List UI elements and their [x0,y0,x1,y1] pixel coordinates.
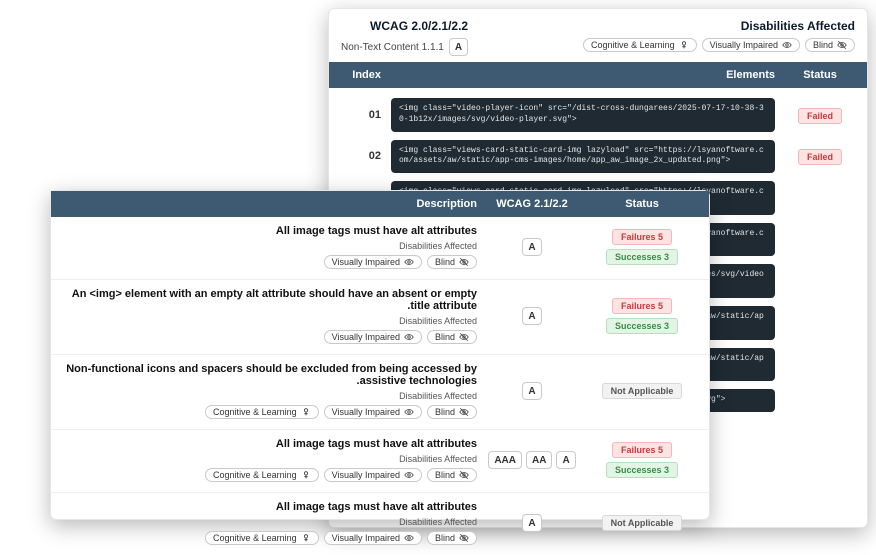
col-wcag: WCAG 2.1/2.2 [477,198,587,210]
disabilities-pills: Blind Visually Impaired [63,330,477,344]
status-badge: Not Applicable [602,515,683,531]
code-snippet[interactable]: <img class="video-player-icon" src="/dis… [391,98,775,132]
disability-pill: Blind [427,330,477,344]
summary-panel: Status WCAG 2.1/2.2 Description 5 Failur… [50,190,710,520]
level-badge: A [522,382,541,400]
criterion-text: 1.1.1 Non-Text Content [341,42,444,53]
status-badge: 5 Failures [612,298,672,314]
criterion-line: A 1.1.1 Non-Text Content [341,38,468,56]
disabilities-group: Disabilities Affected Blind Visually Impa… [583,19,855,52]
disabilities-pills: Blind Visually Impaired Cognitive & Learni… [63,468,477,482]
disabilities-pills: Blind Visually Impaired Cognitive & Learni… [583,38,855,52]
col-status: Status [785,69,855,81]
summary-rows: 5 Failures 3 Successes A All image tags mus… [51,217,709,555]
level-badge: A [522,514,541,532]
level-badge: AA [526,451,552,469]
status-badge: Not Applicable [602,383,683,399]
disability-pill: Visually Impaired [324,468,422,482]
table-row[interactable]: Not Applicable A All image tags must have … [51,493,709,555]
table-row[interactable]: 5 Failures 3 Successes A All image tags mus… [51,217,709,280]
affected-label: Disabilities Affected [63,454,477,464]
disability-pill: Cognitive & Learning [205,468,319,482]
rule-title: An <img> element with an empty alt attri… [63,288,477,312]
status-badge: Failed [798,108,842,124]
rule-title: All image tags must have alt attributes [63,225,477,237]
table-row[interactable]: Failed <img class="views-card-static-card… [329,136,867,178]
disability-pill: Blind [427,405,477,419]
details-table-head: Status Elements Index [329,62,867,88]
status-badge: 3 Successes [606,318,678,334]
disability-pill: Visually Impaired [324,405,422,419]
code-snippet[interactable]: <img class="views-card-static-card-img l… [391,140,775,174]
col-desc: Description [63,198,477,210]
status-badge: 5 Failures [612,229,672,245]
level-badge: A [556,451,575,469]
table-row[interactable]: Not Applicable A Non-functional icons and … [51,355,709,430]
disability-pill: Blind [427,468,477,482]
level-badge: A [449,38,468,56]
table-row[interactable]: 5 Failures3 SuccessesAAAAAAAll image tag… [51,430,709,493]
level-badge: A [522,307,541,325]
disability-pill: Visually Impaired [324,255,422,269]
disabilities-pills: Blind Visually Impaired [63,255,477,269]
disability-pill: Cognitive & Learning [583,38,697,52]
details-header: Disabilities Affected Blind Visually Impa… [329,9,867,62]
row-index: 02 [341,150,381,162]
status-badge: 3 Successes [606,462,678,478]
affected-label: Disabilities Affected [63,241,477,251]
affected-label: Disabilities Affected [63,316,477,326]
status-badge: Failed [798,149,842,165]
rule-title: All image tags must have alt attributes [63,501,477,513]
disability-pill: Cognitive & Learning [205,405,319,419]
row-index: 01 [341,109,381,121]
disability-pill: Blind [427,255,477,269]
disability-pill: Visually Impaired [324,330,422,344]
disability-pill: Blind [427,531,477,545]
wcag-group: WCAG 2.0/2.1/2.2 A 1.1.1 Non-Text Conten… [341,19,468,56]
rule-title: All image tags must have alt attributes [63,438,477,450]
col-elements: Elements [391,69,775,81]
col-status: Status [587,198,697,210]
disability-pill: Visually Impaired [324,531,422,545]
disability-pill: Blind [805,38,855,52]
table-row[interactable]: 5 Failures 3 Successes A An <img> element w… [51,280,709,355]
summary-table-head: Status WCAG 2.1/2.2 Description [51,191,709,217]
affected-label: Disabilities Affected [63,517,477,527]
disability-pill: Visually Impaired [702,38,800,52]
affected-label: Disabilities Affected [63,391,477,401]
level-badge: AAA [488,451,522,469]
disabilities-pills: Blind Visually Impaired Cognitive & Learni… [63,405,477,419]
wcag-title: WCAG 2.0/2.1/2.2 [370,19,468,33]
status-badge: 5 Failures [612,442,672,458]
rule-title: Non-functional icons and spacers should … [63,363,477,387]
col-index: Index [341,69,381,81]
disability-pill: Cognitive & Learning [205,531,319,545]
disabilities-pills: Blind Visually Impaired Cognitive & Learni… [63,531,477,545]
table-row[interactable]: Failed <img class="video-player-icon" src… [329,94,867,136]
level-badge: A [522,238,541,256]
status-badge: 3 Successes [606,249,678,265]
disabilities-title: Disabilities Affected [583,19,855,33]
